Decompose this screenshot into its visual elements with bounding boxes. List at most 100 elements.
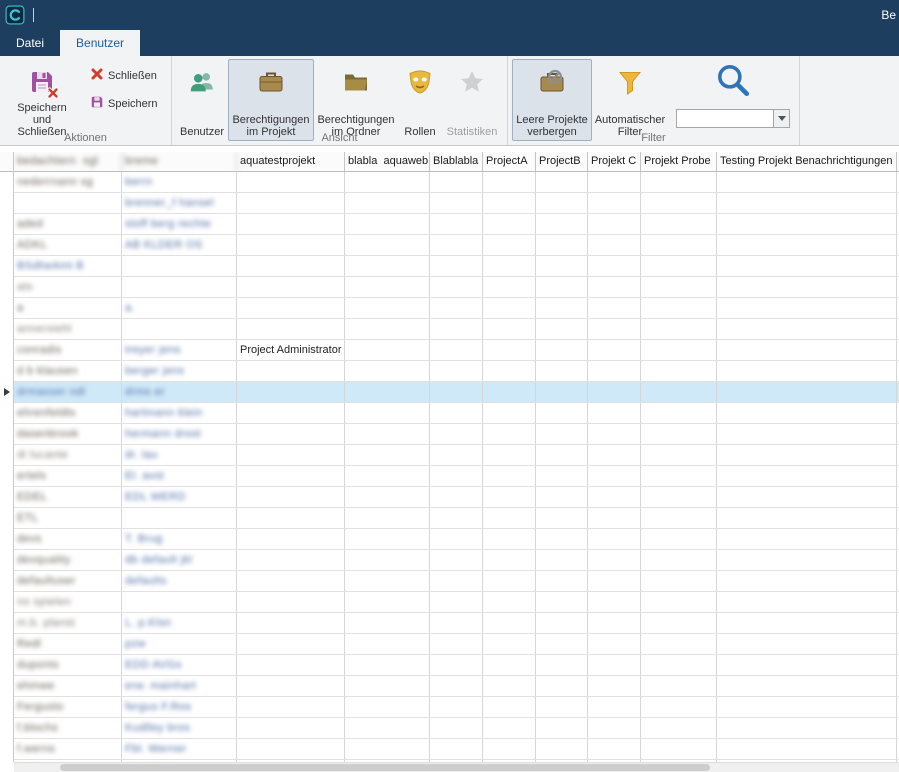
auto-filter-button[interactable]: Automatischer Filter (592, 59, 668, 141)
grid-cell-projektprobe[interactable] (641, 718, 717, 738)
grid-cell-aquatestprojekt[interactable] (237, 424, 345, 444)
grid-cell-blablabla[interactable] (430, 277, 483, 297)
grid-cell-projektc[interactable] (588, 613, 641, 633)
table-row[interactable]: aa. (14, 298, 899, 319)
grid-cell-projecta[interactable] (483, 571, 536, 591)
grid-cell-c1[interactable]: aded (14, 214, 122, 234)
grid-cell-projectb[interactable] (536, 487, 588, 507)
grid-cell-blabla_aquaweb[interactable] (345, 571, 430, 591)
table-row[interactable]: ADKLAB KLDER OS (14, 235, 899, 256)
grid-cell-projectb[interactable] (536, 298, 588, 318)
grid-cell-projektprobe[interactable] (641, 571, 717, 591)
grid-cell-projektprobe[interactable] (641, 739, 717, 759)
grid-cell-c2[interactable]: AB KLDER OS (122, 235, 237, 255)
grid-cell-projecta[interactable] (483, 655, 536, 675)
grid-cell-blablabla[interactable] (430, 193, 483, 213)
grid-cell-c2[interactable]: berger jens (122, 361, 237, 381)
grid-cell-projecta[interactable] (483, 193, 536, 213)
grid-cell-projektprobe[interactable] (641, 634, 717, 654)
grid-cell-projektprobe[interactable] (641, 676, 717, 696)
grid-cell-projecta[interactable] (483, 172, 536, 192)
close-button[interactable]: Schließen (86, 65, 162, 86)
grid-cell-c1[interactable]: d b klausen (14, 361, 122, 381)
grid-cell-c2[interactable] (122, 277, 237, 297)
grid-cell-blabla_aquaweb[interactable] (345, 445, 430, 465)
grid-cell-c2[interactable]: brenner_f hansel (122, 193, 237, 213)
grid-cell-c1[interactable]: devquality (14, 550, 122, 570)
column-header-projectb[interactable]: ProjectB (536, 152, 588, 171)
grid-cell-projektc[interactable] (588, 424, 641, 444)
table-row[interactable]: dasenbrookhermann drost (14, 424, 899, 445)
grid-cell-c1[interactable]: defaultuser (14, 571, 122, 591)
grid-cell-aquatestprojekt[interactable] (237, 634, 345, 654)
grid-cell-projektprobe[interactable] (641, 697, 717, 717)
grid-cell-projecta[interactable] (483, 613, 536, 633)
grid-cell-projektc[interactable] (588, 340, 641, 360)
grid-cell-projektc[interactable] (588, 550, 641, 570)
grid-cell-c2[interactable]: treyer jens (122, 340, 237, 360)
grid-cell-projectb[interactable] (536, 613, 588, 633)
grid-cell-aquatestprojekt[interactable] (237, 676, 345, 696)
grid-cell-projectb[interactable] (536, 697, 588, 717)
table-row[interactable]: dupontsEDD AVGs (14, 655, 899, 676)
grid-cell-c1[interactable]: di lucante (14, 445, 122, 465)
table-row[interactable]: d b klausenberger jens (14, 361, 899, 382)
horizontal-scrollbar[interactable] (14, 762, 899, 772)
table-row[interactable]: annersiehl (14, 319, 899, 340)
grid-cell-aquatestprojekt[interactable] (237, 235, 345, 255)
grid-cell-aquatestprojekt[interactable] (237, 214, 345, 234)
grid-cell-testing[interactable] (717, 571, 897, 591)
table-row[interactable]: f.blochsKudlley bros (14, 718, 899, 739)
grid-cell-projektprobe[interactable] (641, 277, 717, 297)
grid-cell-blablabla[interactable] (430, 340, 483, 360)
grid-cell-c2[interactable]: a. (122, 298, 237, 318)
grid-cell-blablabla[interactable] (430, 172, 483, 192)
grid-cell-projectb[interactable] (536, 403, 588, 423)
combobox-dropdown-button[interactable] (773, 110, 789, 127)
grid-cell-c2[interactable]: db default jkl (122, 550, 237, 570)
table-row[interactable]: f.wernsFbl. Werner (14, 739, 899, 760)
grid-cell-projektc[interactable] (588, 403, 641, 423)
grid-cell-testing[interactable] (717, 466, 897, 486)
grid-cell-projecta[interactable] (483, 697, 536, 717)
grid-cell-c2[interactable]: pzw (122, 634, 237, 654)
grid-cell-c2[interactable]: T. Brug (122, 529, 237, 549)
grid-cell-testing[interactable] (717, 193, 897, 213)
grid-cell-c1[interactable]: ehmwe (14, 676, 122, 696)
grid-cell-projectb[interactable] (536, 424, 588, 444)
grid-cell-testing[interactable] (717, 487, 897, 507)
grid-cell-blablabla[interactable] (430, 676, 483, 696)
grid-cell-blabla_aquaweb[interactable] (345, 172, 430, 192)
grid-cell-projektprobe[interactable] (641, 424, 717, 444)
grid-cell-c2[interactable]: defaults (122, 571, 237, 591)
table-row[interactable]: defaultuserdefaults (14, 571, 899, 592)
grid-cell-c2[interactable]: hartmann klein (122, 403, 237, 423)
grid-cell-aquatestprojekt[interactable] (237, 697, 345, 717)
grid-cell-blablabla[interactable] (430, 529, 483, 549)
grid-cell-c1[interactable]: BSdheAmt B (14, 256, 122, 276)
grid-cell-aquatestprojekt[interactable] (237, 592, 345, 612)
grid-cell-projektc[interactable] (588, 529, 641, 549)
table-row[interactable]: Redlpzw (14, 634, 899, 655)
table-row[interactable]: ats (14, 277, 899, 298)
grid-cell-blablabla[interactable] (430, 655, 483, 675)
column-header-projecta[interactable]: ProjectA (483, 152, 536, 171)
grid-cell-projectb[interactable] (536, 634, 588, 654)
grid-cell-projectb[interactable] (536, 172, 588, 192)
grid-cell-projektc[interactable] (588, 277, 641, 297)
grid-cell-projecta[interactable] (483, 487, 536, 507)
grid-cell-aquatestprojekt[interactable] (237, 529, 345, 549)
grid-cell-aquatestprojekt[interactable] (237, 277, 345, 297)
table-row[interactable]: nederrnann sgberrn (14, 172, 899, 193)
grid-cell-projektc[interactable] (588, 382, 641, 402)
grid-cell-testing[interactable] (717, 298, 897, 318)
grid-cell-blabla_aquaweb[interactable] (345, 718, 430, 738)
grid-cell-testing[interactable] (717, 655, 897, 675)
grid-cell-c1[interactable]: m.b. planst (14, 613, 122, 633)
grid-cell-c2[interactable] (122, 508, 237, 528)
grid-cell-projektc[interactable] (588, 235, 641, 255)
table-row[interactable]: conradistreyer jensProject Administrator (14, 340, 899, 361)
grid-cell-c2[interactable]: hermann drost (122, 424, 237, 444)
app-logo-icon[interactable] (5, 5, 25, 25)
grid-cell-testing[interactable] (717, 235, 897, 255)
